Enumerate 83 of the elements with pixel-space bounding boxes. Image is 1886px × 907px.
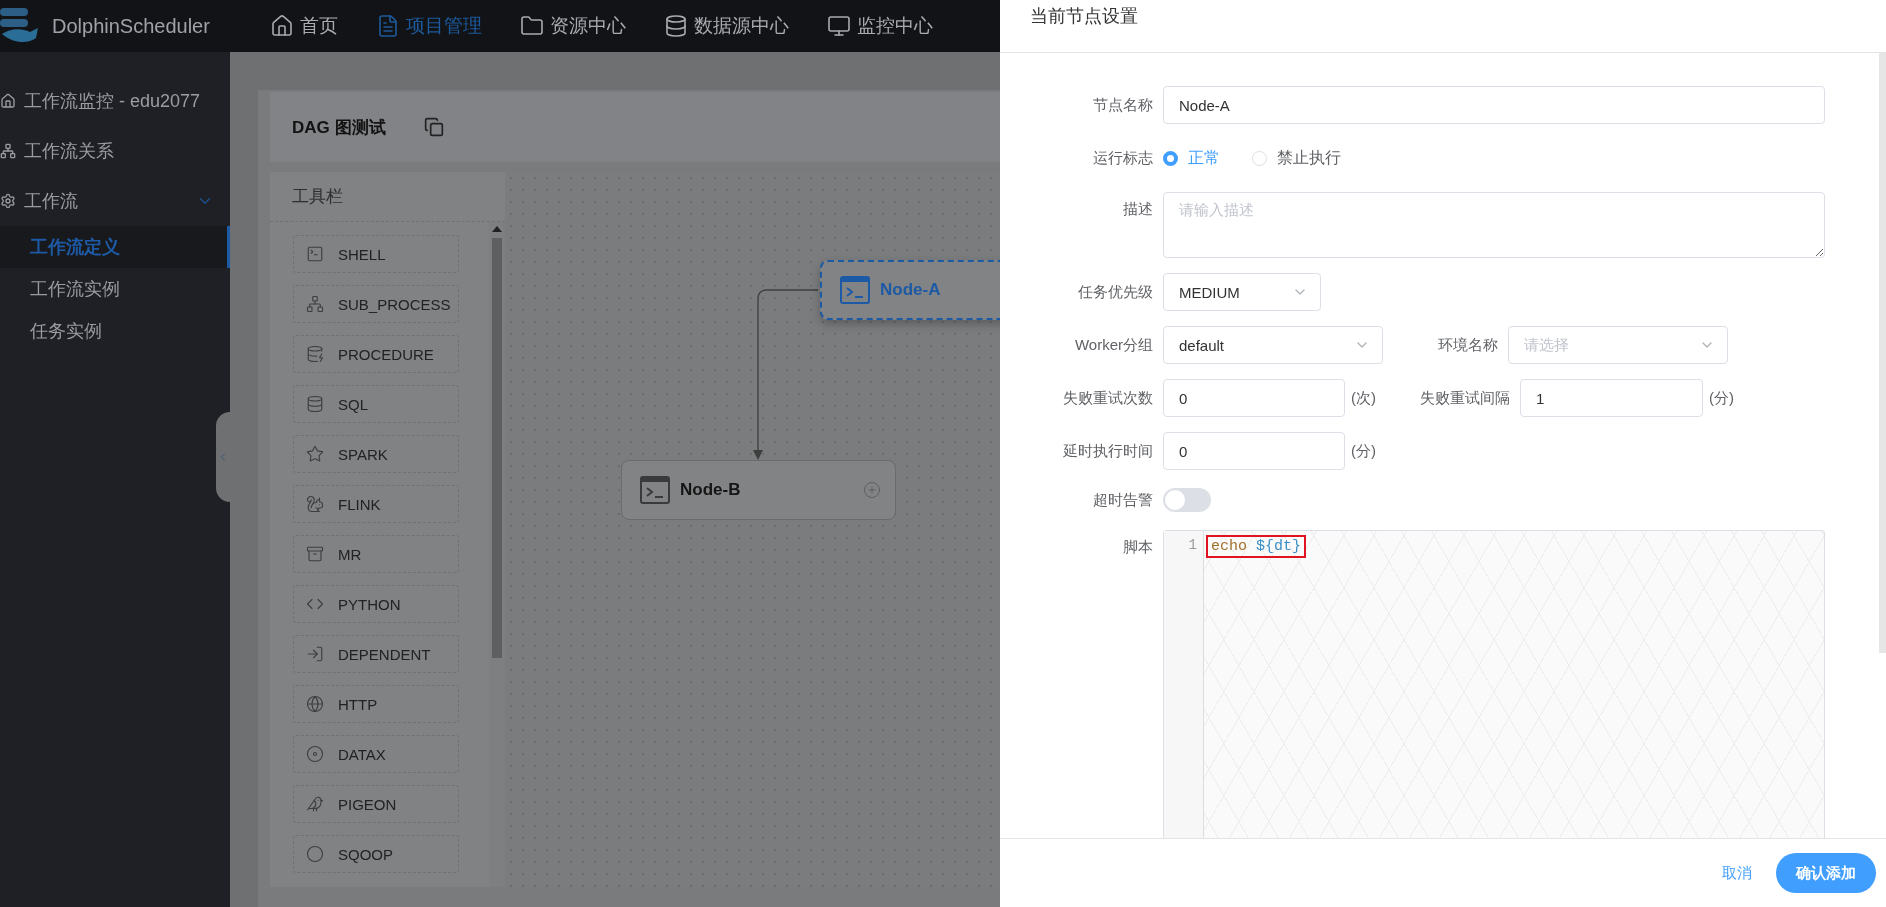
sidebar-icon [0,143,16,159]
task-type-item[interactable]: PYTHON [293,585,459,623]
nav-tab[interactable]: 资源中心 [520,13,626,39]
line-number: 1 [1187,537,1198,553]
task-type-icon [306,545,324,563]
drawer-title: 当前节点设置 [1000,0,1886,53]
field-label: 环境名称 [1437,335,1499,355]
task-type-item[interactable]: PIGEON [293,785,459,823]
field-label: 超时告警 [1092,490,1154,510]
unit-label: (次) [1351,388,1376,408]
input-field[interactable]: Node-A [1163,86,1825,124]
field-label: 描述 [1122,199,1154,219]
task-type-item[interactable]: DATAX [293,735,459,773]
task-type-icon [306,395,324,413]
input-field[interactable]: 1 [1520,379,1703,417]
sidebar-item[interactable]: 工作流实例 [0,268,230,310]
scroll-up-icon[interactable] [492,226,502,232]
nav-tab[interactable]: 项目管理 [376,13,482,39]
unit-label: (分) [1709,388,1734,408]
task-type-icon [306,345,324,363]
select-field[interactable]: MEDIUM [1163,273,1321,311]
task-type-item[interactable]: PROCEDURE [293,335,459,373]
sidebar-item[interactable]: 工作流监控 - edu2077 [0,76,230,126]
task-type-icon [306,845,324,863]
sidebar-item[interactable]: 任务实例 [0,310,230,352]
sidebar-icon [0,193,16,209]
terminal-icon [640,476,670,504]
collapse-handle[interactable] [216,412,230,502]
sidebar-item[interactable]: 工作流关系 [0,126,230,176]
select-field[interactable]: default [1163,326,1383,364]
sidebar-item[interactable]: 工作流定义 [0,226,230,268]
task-type-icon [306,795,324,813]
field-label: 任务优先级 [1077,282,1154,302]
input-field[interactable]: 0 [1163,379,1345,417]
app-logo-text: DolphinScheduler [52,14,210,38]
field-label: 延时执行时间 [1062,441,1154,461]
task-type-icon [306,495,324,513]
field-label: Worker分组 [1073,335,1154,355]
unit-label: (分) [1351,441,1376,461]
task-type-item[interactable]: SUB_PROCESS [293,285,459,323]
terminal-icon [840,276,870,304]
sidebar-item[interactable]: 工作流 [0,176,230,226]
radio-option[interactable]: 禁止执行 [1252,147,1341,169]
task-type-item[interactable]: DEPENDENT [293,635,459,673]
field-label: 运行标志 [1092,148,1154,168]
task-type-icon [306,295,324,313]
task-type-item[interactable]: HTTP [293,685,459,723]
task-type-icon [306,695,324,713]
input-field[interactable]: 0 [1163,432,1345,470]
field-label: 节点名称 [1092,95,1154,115]
monitor-icon [827,14,851,38]
folder-icon [520,14,544,38]
task-type-item[interactable]: SQL [293,385,459,423]
database-icon [664,14,688,38]
task-type-icon [306,245,324,263]
nav-tab[interactable]: 数据源中心 [664,13,789,39]
field-label: 失败重试间隔 [1419,388,1511,408]
task-type-item[interactable]: SPARK [293,435,459,473]
sidebar-icon [0,93,16,109]
nav-tab[interactable]: 首页 [270,13,338,39]
task-type-item[interactable]: SQOOP [293,835,459,873]
toggle-switch[interactable] [1163,488,1211,512]
textarea-field[interactable]: 请输入描述 [1163,192,1825,258]
radio-option[interactable]: 正常 [1163,147,1220,169]
code-editor[interactable]: 1 echo ${dt} [1163,530,1825,838]
dag-node[interactable]: Node-B [621,460,896,520]
nav-tab[interactable]: 监控中心 [827,13,933,39]
field-label: 失败重试次数 [1062,388,1154,408]
task-type-item[interactable]: FLINK [293,485,459,523]
add-icon[interactable] [863,481,881,499]
confirm-button[interactable]: 确认添加 [1776,853,1876,893]
copy-icon[interactable] [423,117,444,137]
document-icon [376,14,400,38]
scrollbar[interactable] [1879,53,1886,653]
home-icon [270,14,294,38]
task-type-item[interactable]: MR [293,535,459,573]
task-type-icon [306,645,324,663]
field-label: 脚本 [1122,537,1154,557]
dag-title: DAG 图测试 [292,116,386,139]
task-type-icon [306,445,324,463]
task-type-item[interactable]: SHELL [293,235,459,273]
task-type-icon [306,745,324,763]
cancel-button[interactable]: 取消 [1714,855,1760,891]
